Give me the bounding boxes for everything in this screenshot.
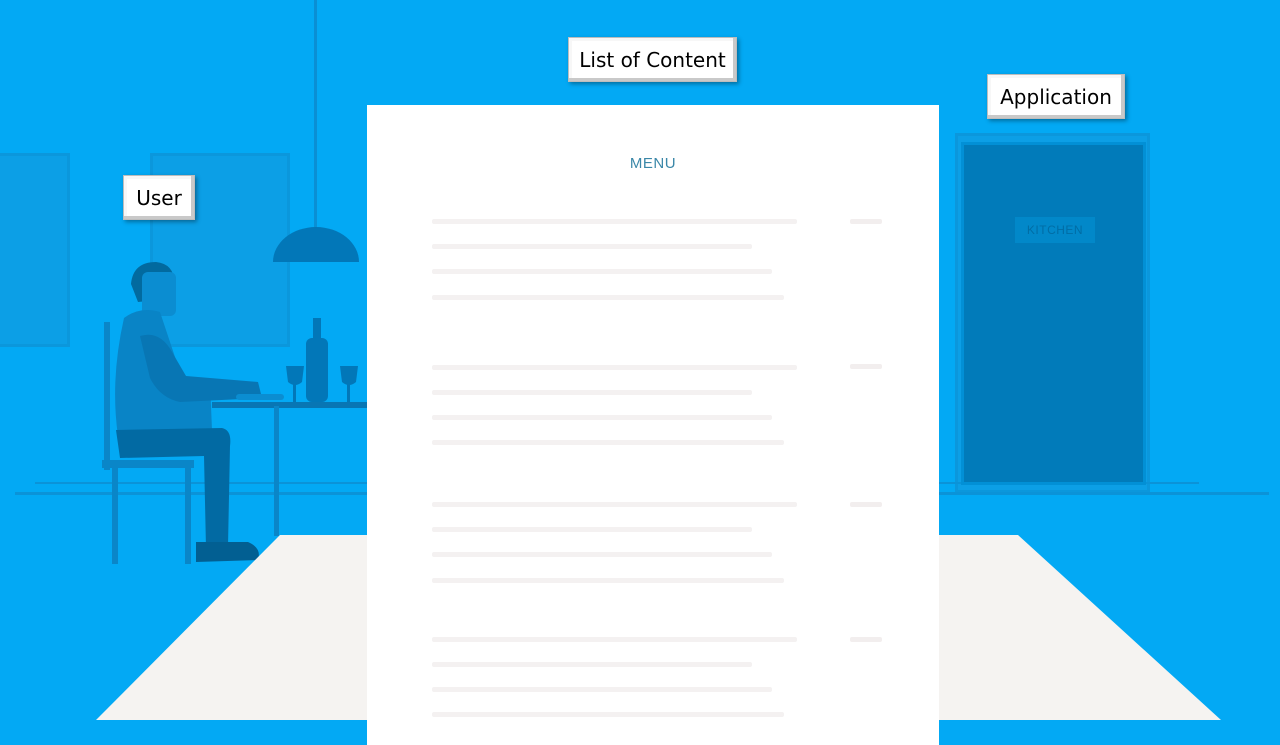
menu-title: MENU — [629, 155, 677, 172]
menu-item-line — [432, 637, 797, 642]
label-user: User — [123, 175, 195, 220]
wine-glass-right — [340, 366, 358, 385]
menu-item-line — [432, 390, 752, 395]
plate — [236, 394, 284, 400]
menu-item-line — [432, 712, 784, 717]
menu-card: MENU — [367, 105, 939, 745]
menu-item-line — [432, 415, 772, 420]
floor-line-right — [939, 492, 1269, 495]
wine-glass-right-stem — [347, 384, 350, 402]
person-head — [142, 272, 176, 316]
menu-item-line — [432, 219, 797, 224]
label-application: Application — [987, 74, 1125, 119]
menu-item-line — [432, 578, 784, 583]
dining-table-top — [212, 402, 380, 408]
label-list-of-content: List of Content — [568, 37, 737, 82]
menu-item-line — [432, 295, 784, 300]
wine-glass-left — [286, 366, 304, 385]
chair-leg-back — [112, 466, 118, 564]
lamp-shade — [273, 227, 359, 262]
dining-table-leg — [274, 406, 279, 536]
chair-leg-front — [185, 466, 191, 564]
menu-item-price — [850, 637, 882, 642]
person-legs — [116, 428, 231, 548]
menu-item-price — [850, 364, 882, 369]
menu-item-line — [432, 552, 772, 557]
kitchen-sign: KITCHEN — [1015, 217, 1095, 243]
menu-item-line — [432, 662, 752, 667]
user-scene-illustration — [102, 227, 380, 564]
kitchen-door: KITCHEN — [961, 142, 1146, 485]
wine-bottle-body — [306, 338, 328, 402]
menu-item-line — [432, 244, 752, 249]
menu-item-line — [432, 440, 784, 445]
menu-item-line — [432, 269, 772, 274]
menu-item-price — [850, 219, 882, 224]
wine-bottle-neck — [313, 318, 321, 340]
chair-back — [104, 322, 110, 470]
menu-item-line — [432, 687, 772, 692]
wine-glass-left-stem — [293, 384, 296, 402]
menu-item-price — [850, 502, 882, 507]
menu-item-line — [432, 365, 797, 370]
menu-item-line — [432, 502, 797, 507]
person-shoe — [196, 542, 259, 562]
menu-item-line — [432, 527, 752, 532]
